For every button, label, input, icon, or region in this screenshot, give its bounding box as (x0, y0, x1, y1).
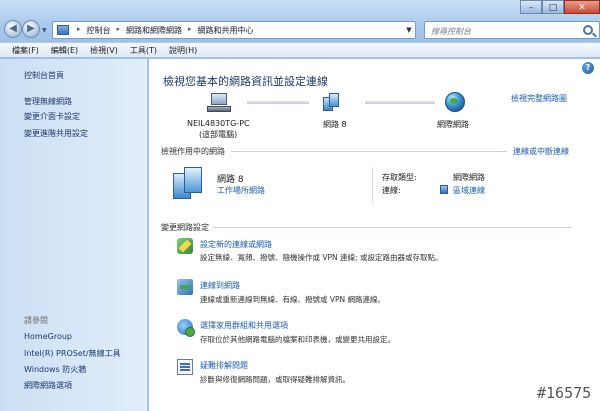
menu-bar: 檔案(F) 編輯(E) 檢視(V) 工具(T) 說明(H) (0, 42, 600, 58)
active-network-name: 網路 8 (217, 175, 244, 185)
main-content: ? 檢視您基本的網路資訊並設定連線 檢視完整網路圖 NEIL4830TG-PC … (149, 59, 600, 411)
help-icon[interactable]: ? (582, 62, 594, 74)
breadcrumb-control-panel[interactable]: 控制台 (85, 25, 113, 36)
setup-connection-link[interactable]: 設定新的連線或網路 (200, 239, 272, 250)
minimize-button[interactable]: – (520, 0, 542, 14)
map-connector-line (365, 101, 435, 104)
section-divider (213, 227, 571, 228)
sidebar-item-windows-firewall[interactable]: Windows 防火牆 (24, 364, 86, 375)
sidebar-item-control-panel-home[interactable]: 控制台首頁 (24, 70, 64, 81)
connection-label: 連線: (382, 186, 401, 195)
sidebar-item-intel-proset[interactable]: Intel(R) PROSet/無線工具 (24, 348, 121, 359)
search-placeholder: 搜尋控制台 (431, 27, 471, 36)
maximize-button[interactable]: □ (542, 0, 564, 14)
title-bar: ◀ ▶ ▼ ▸ 控制台 ▸ 網路和網際網路 ▸ 網路和共用中心 ▼ ⟳ 搜尋控制… (0, 0, 600, 42)
access-type-value: 網際網路 (453, 173, 485, 182)
computer-icon[interactable] (207, 93, 231, 113)
breadcrumb-chevron-icon[interactable]: ▸ (184, 25, 196, 36)
sidebar-item-homegroup[interactable]: HomeGroup (24, 332, 72, 341)
menu-edit[interactable]: 編輯(E) (45, 45, 84, 56)
access-type-label: 存取類型: (382, 173, 417, 182)
recent-pages-chevron-icon[interactable]: ▼ (42, 27, 47, 34)
breadcrumb-network-internet[interactable]: 網路和網際網路 (124, 25, 184, 36)
address-bar[interactable]: ▸ 控制台 ▸ 網路和網際網路 ▸ 網路和共用中心 (52, 21, 416, 39)
internet-globe-icon[interactable] (445, 92, 465, 112)
troubleshoot-link[interactable]: 疑難排解問題 (200, 360, 248, 371)
see-also-heading: 請參閱 (24, 316, 48, 325)
breadcrumb-chevron-icon[interactable]: ▸ (73, 25, 85, 36)
local-connection-icon (440, 185, 448, 194)
homegroup-sharing-desc: 存取位於其他網路電腦的檔案和印表機，或變更共用設定。 (200, 335, 395, 344)
network-icon[interactable] (323, 93, 339, 113)
breadcrumb-network-sharing-center[interactable]: 網路和共用中心 (196, 25, 256, 36)
computer-name-label: NEIL4830TG-PC (187, 119, 250, 128)
connect-disconnect-link[interactable]: 連線或中斷連線 (513, 146, 569, 157)
breadcrumb-chevron-icon[interactable]: ▸ (113, 25, 125, 36)
breadcrumb: ▸ 控制台 ▸ 網路和網際網路 ▸ 網路和共用中心 (73, 25, 256, 36)
menu-file[interactable]: 檔案(F) (6, 45, 45, 56)
change-settings-heading: 變更網路設定 (161, 223, 209, 232)
left-navigation-pane: 控制台首頁 管理無線網路 變更介面卡設定 變更進階共用設定 請參閱 HomeGr… (0, 59, 148, 411)
back-arrow-icon[interactable]: ◀ (4, 20, 22, 38)
search-input[interactable]: 搜尋控制台 (424, 21, 600, 39)
network-name-label: 網路 8 (323, 120, 347, 129)
connect-network-icon (177, 279, 193, 295)
computer-sub-label: (這部電腦) (199, 130, 238, 139)
control-panel-icon (57, 25, 69, 35)
troubleshoot-icon (177, 359, 193, 375)
setup-connection-icon (177, 238, 193, 254)
network-type-link[interactable]: 工作場所網路 (217, 185, 265, 196)
search-icon[interactable] (583, 25, 593, 35)
connect-network-desc: 連線或重新連線到無線、有線、撥號或 VPN 網路連線。 (200, 295, 386, 304)
local-connection-link[interactable]: 區域連線 (453, 185, 485, 196)
internet-label: 網際網路 (437, 120, 469, 129)
troubleshoot-desc: 診斷與修復網路問題，或取得疑難排解資訊。 (200, 375, 350, 384)
address-dropdown-chevron-icon[interactable]: ▼ (402, 21, 416, 39)
sidebar-item-adapter-settings[interactable]: 變更介面卡設定 (24, 111, 80, 122)
watermark-number: #16575 (537, 384, 592, 402)
page-title: 檢視您基本的網路資訊並設定連線 (163, 75, 328, 88)
homegroup-sharing-link[interactable]: 選擇家用群組和共用選項 (200, 320, 288, 331)
homegroup-icon (177, 319, 195, 337)
active-networks-heading: 檢視作用中的網路 (161, 147, 225, 156)
menu-tools[interactable]: 工具(T) (124, 45, 163, 56)
active-network-icon (173, 167, 203, 201)
setup-connection-desc: 設定無線、寬頻、撥號、隨機操作或 VPN 連線; 或設定路由器或存取點。 (200, 253, 443, 262)
sidebar-item-internet-options[interactable]: 網際網路選項 (24, 380, 72, 391)
view-full-map-link[interactable]: 檢視完整網路圖 (511, 93, 567, 104)
vertical-divider (372, 167, 373, 203)
map-connector-line (247, 101, 309, 104)
close-button[interactable]: ✕ (564, 0, 600, 14)
menu-view[interactable]: 檢視(V) (84, 45, 124, 56)
connect-network-link[interactable]: 連線到網路 (200, 280, 240, 291)
section-divider (231, 151, 507, 152)
forward-arrow-icon[interactable]: ▶ (22, 20, 40, 38)
sidebar-item-manage-wireless[interactable]: 管理無線網路 (24, 96, 72, 107)
menu-help[interactable]: 說明(H) (163, 45, 203, 56)
sidebar-item-advanced-sharing[interactable]: 變更進階共用設定 (24, 128, 88, 139)
